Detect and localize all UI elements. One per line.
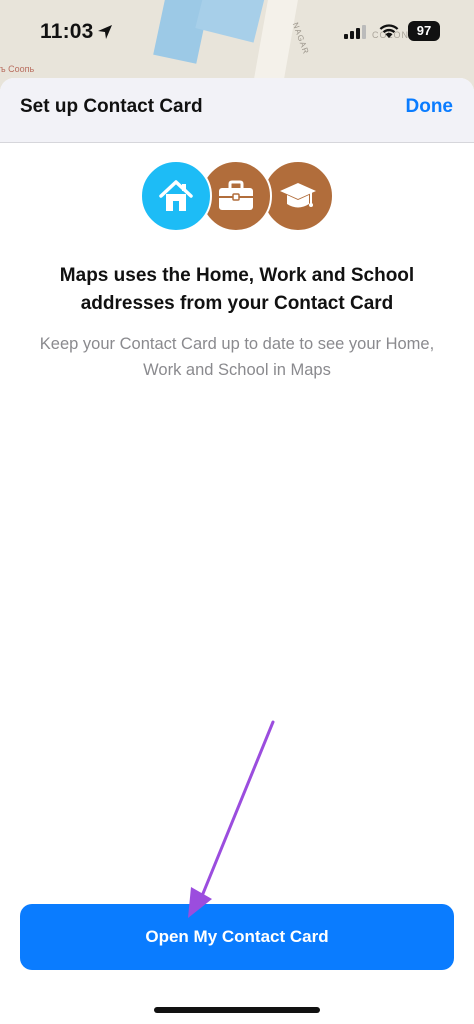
place-icons-group <box>140 160 336 232</box>
open-contact-card-button[interactable]: Open My Contact Card <box>20 904 454 970</box>
graduation-cap-icon <box>280 183 316 208</box>
map-label: ъ Соопь <box>0 64 35 74</box>
sheet-title: Set up Contact Card <box>20 96 203 117</box>
briefcase-icon <box>219 180 253 210</box>
location-arrow-icon <box>98 25 112 39</box>
sheet-headline: Maps uses the Home, Work and School addr… <box>59 265 415 314</box>
sheet-description: Keep your Contact Card up to date to see… <box>39 335 435 379</box>
done-button[interactable]: Done <box>406 96 454 118</box>
status-bar: 11:03 97 <box>0 0 474 64</box>
home-icon <box>159 180 193 211</box>
school-circle <box>262 160 334 232</box>
battery-indicator: 97 <box>408 21 440 41</box>
contact-card-sheet: Set up Contact Card Done Maps uses the H… <box>0 78 474 1024</box>
home-circle <box>140 160 212 232</box>
cellular-signal-icon <box>344 25 366 39</box>
home-indicator[interactable] <box>154 1007 320 1013</box>
sheet-header: Set up Contact Card Done <box>0 78 474 143</box>
status-time: 11:03 <box>40 20 94 43</box>
wifi-icon <box>379 24 399 38</box>
